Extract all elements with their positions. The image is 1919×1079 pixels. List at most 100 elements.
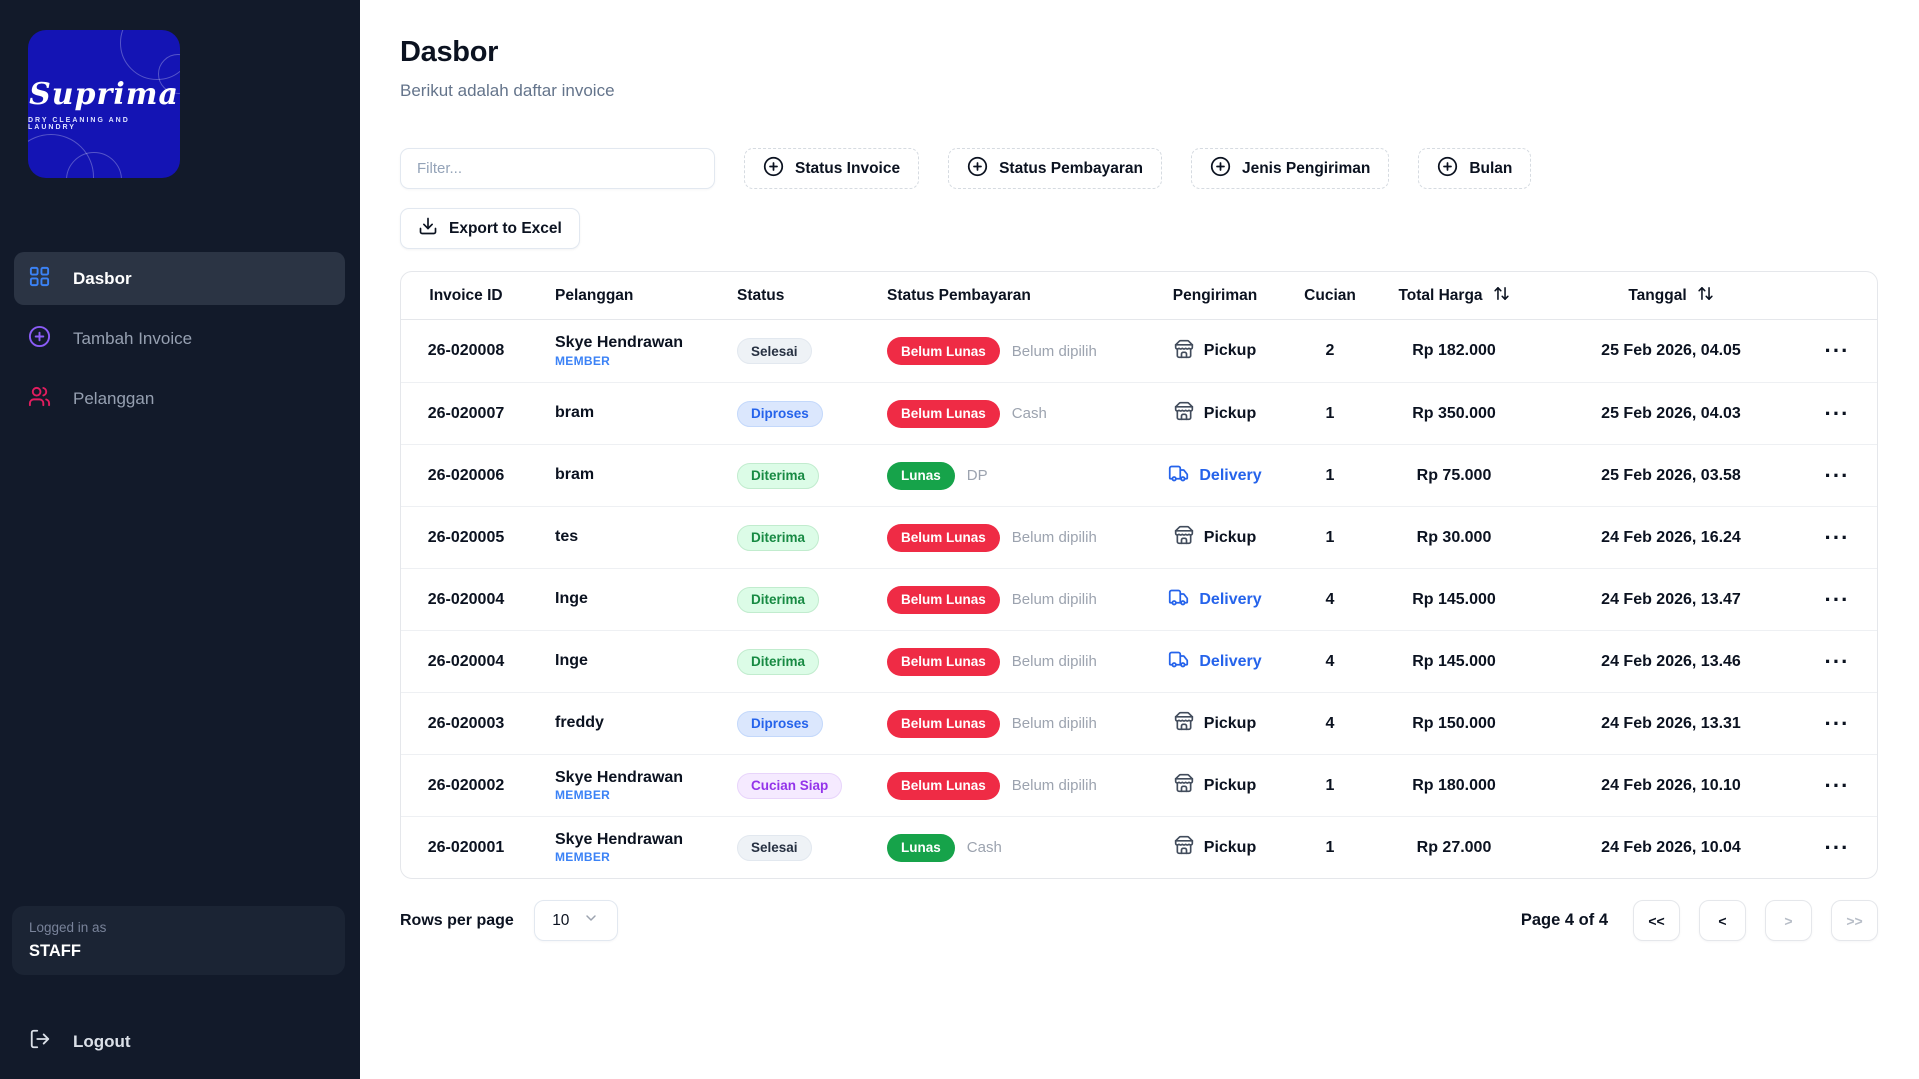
brand-logo: Suprima DRY CLEANING AND LAUNDRY <box>28 30 180 178</box>
tanggal-cell: 24 Feb 2026, 13.46 <box>1547 653 1795 671</box>
logged-in-label: Logged in as <box>29 920 328 935</box>
status-badge: Selesai <box>737 835 812 861</box>
row-actions-button[interactable]: ··· <box>1825 775 1850 797</box>
table-row: 26-020003 freddy Diproses Belum Lunas Be… <box>401 692 1877 754</box>
sidebar-item-dasbor[interactable]: Dasbor <box>14 252 345 305</box>
status-badge: Diterima <box>737 587 819 613</box>
customer-cell: Inge <box>531 652 723 670</box>
col-header-cucian: Cucian <box>1299 287 1361 305</box>
row-actions-button[interactable]: ··· <box>1825 527 1850 549</box>
circle-plus-icon <box>763 156 784 182</box>
next-page-button[interactable]: > <box>1765 900 1812 941</box>
row-actions-button[interactable]: ··· <box>1825 651 1850 673</box>
customer-name: Inge <box>555 652 588 670</box>
filter-bulan-button[interactable]: Bulan <box>1418 148 1531 189</box>
payment-method-label: Belum dipilih <box>1012 343 1097 360</box>
status-cell: Selesai <box>723 835 863 861</box>
shipping-label: Delivery <box>1199 467 1261 485</box>
shipping-label: Delivery <box>1199 653 1261 671</box>
sidebar-item-pelanggan[interactable]: Pelanggan <box>14 372 345 425</box>
actions-cell: ··· <box>1795 713 1878 735</box>
tanggal-cell: 24 Feb 2026, 13.47 <box>1547 591 1795 609</box>
customer-name: tes <box>555 528 578 546</box>
filter-status-pembayaran-button[interactable]: Status Pembayaran <box>948 148 1162 189</box>
col-header-pelanggan: Pelanggan <box>531 287 723 305</box>
export-to-excel-button[interactable]: Export to Excel <box>400 208 580 249</box>
status-badge: Diterima <box>737 525 819 551</box>
customer-cell: bram <box>531 466 723 484</box>
filter-input[interactable] <box>400 148 715 189</box>
last-page-button[interactable]: >> <box>1831 900 1878 941</box>
shipping-cell: Delivery <box>1131 649 1299 675</box>
customer-cell: freddy <box>531 714 723 732</box>
download-icon <box>418 216 438 241</box>
member-badge: MEMBER <box>555 788 610 802</box>
table-row: 26-020006 bram Diterima Lunas DP <box>401 444 1877 506</box>
logout-label: Logout <box>73 1032 131 1052</box>
shipping-cell: Pickup <box>1131 711 1299 736</box>
row-actions-button[interactable]: ··· <box>1825 837 1850 859</box>
filter-button-label: Status Invoice <box>795 160 900 178</box>
table-row: 26-020001 Skye Hendrawan MEMBER Selesai … <box>401 816 1877 878</box>
first-page-button[interactable]: << <box>1633 900 1680 941</box>
customer-name: bram <box>555 404 594 422</box>
col-header-total-harga[interactable]: Total Harga <box>1361 285 1547 307</box>
filter-status-invoice-button[interactable]: Status Invoice <box>744 148 919 189</box>
payment-status-badge: Belum Lunas <box>887 772 1000 800</box>
sort-icon <box>1493 285 1510 307</box>
filter-button-label: Status Pembayaran <box>999 160 1143 178</box>
tanggal-cell: 24 Feb 2026, 16.24 <box>1547 529 1795 547</box>
sidebar-nav: Dasbor Tambah Invoice Pelanggan <box>0 252 360 432</box>
shipping-label: Pickup <box>1204 839 1256 857</box>
payment-cell: Lunas DP <box>863 462 1131 490</box>
shipping-cell: Pickup <box>1131 835 1299 860</box>
row-actions-button[interactable]: ··· <box>1825 589 1850 611</box>
logout-icon <box>29 1028 51 1055</box>
payment-status-badge: Belum Lunas <box>887 710 1000 738</box>
shipping-cell: Pickup <box>1131 401 1299 426</box>
logged-in-role: STAFF <box>29 942 328 961</box>
filter-jenis-pengiriman-button[interactable]: Jenis Pengiriman <box>1191 148 1389 189</box>
customer-cell: Skye Hendrawan MEMBER <box>531 831 723 864</box>
status-cell: Diproses <box>723 711 863 737</box>
users-icon <box>28 385 51 413</box>
rows-per-page-select[interactable]: 10 <box>534 900 618 941</box>
store-icon <box>1174 401 1194 426</box>
logout-button[interactable]: Logout <box>29 1028 131 1055</box>
payment-status-badge: Belum Lunas <box>887 586 1000 614</box>
page-subtitle: Berikut adalah daftar invoice <box>400 81 1919 101</box>
shipping-cell: Pickup <box>1131 525 1299 550</box>
tanggal-cell: 24 Feb 2026, 10.10 <box>1547 777 1795 795</box>
row-actions-button[interactable]: ··· <box>1825 713 1850 735</box>
status-badge: Diterima <box>737 649 819 675</box>
main-content: Dasbor Berikut adalah daftar invoice Sta… <box>360 0 1919 1079</box>
store-icon <box>1174 773 1194 798</box>
customer-cell: tes <box>531 528 723 546</box>
status-cell: Diterima <box>723 525 863 551</box>
brand-tagline: DRY CLEANING AND LAUNDRY <box>28 117 180 131</box>
invoice-id-cell: 26-020004 <box>401 653 531 671</box>
shipping-label: Pickup <box>1204 405 1256 423</box>
sidebar-item-label: Pelanggan <box>73 389 154 409</box>
pagination-controls: Page 4 of 4 << < > >> <box>1521 900 1878 941</box>
row-actions-button[interactable]: ··· <box>1825 340 1850 362</box>
table-row: 26-020002 Skye Hendrawan MEMBER Cucian S… <box>401 754 1877 816</box>
status-cell: Cucian Siap <box>723 773 863 799</box>
shipping-label: Pickup <box>1204 342 1256 360</box>
row-actions-button[interactable]: ··· <box>1825 403 1850 425</box>
sidebar-item-label: Dasbor <box>73 269 132 289</box>
payment-status-badge: Lunas <box>887 462 955 490</box>
shipping-label: Pickup <box>1204 529 1256 547</box>
status-badge: Diproses <box>737 401 823 427</box>
payment-cell: Belum Lunas Belum dipilih <box>863 586 1131 614</box>
customer-name: Skye Hendrawan <box>555 769 683 787</box>
status-badge: Diproses <box>737 711 823 737</box>
sidebar-item-tambah-invoice[interactable]: Tambah Invoice <box>14 312 345 365</box>
prev-page-button[interactable]: < <box>1699 900 1746 941</box>
truck-icon <box>1168 649 1189 675</box>
dashboard-grid-icon <box>28 265 51 293</box>
customer-cell: Skye Hendrawan MEMBER <box>531 769 723 802</box>
col-header-label: Tanggal <box>1628 287 1686 305</box>
row-actions-button[interactable]: ··· <box>1825 465 1850 487</box>
col-header-tanggal[interactable]: Tanggal <box>1547 285 1795 307</box>
